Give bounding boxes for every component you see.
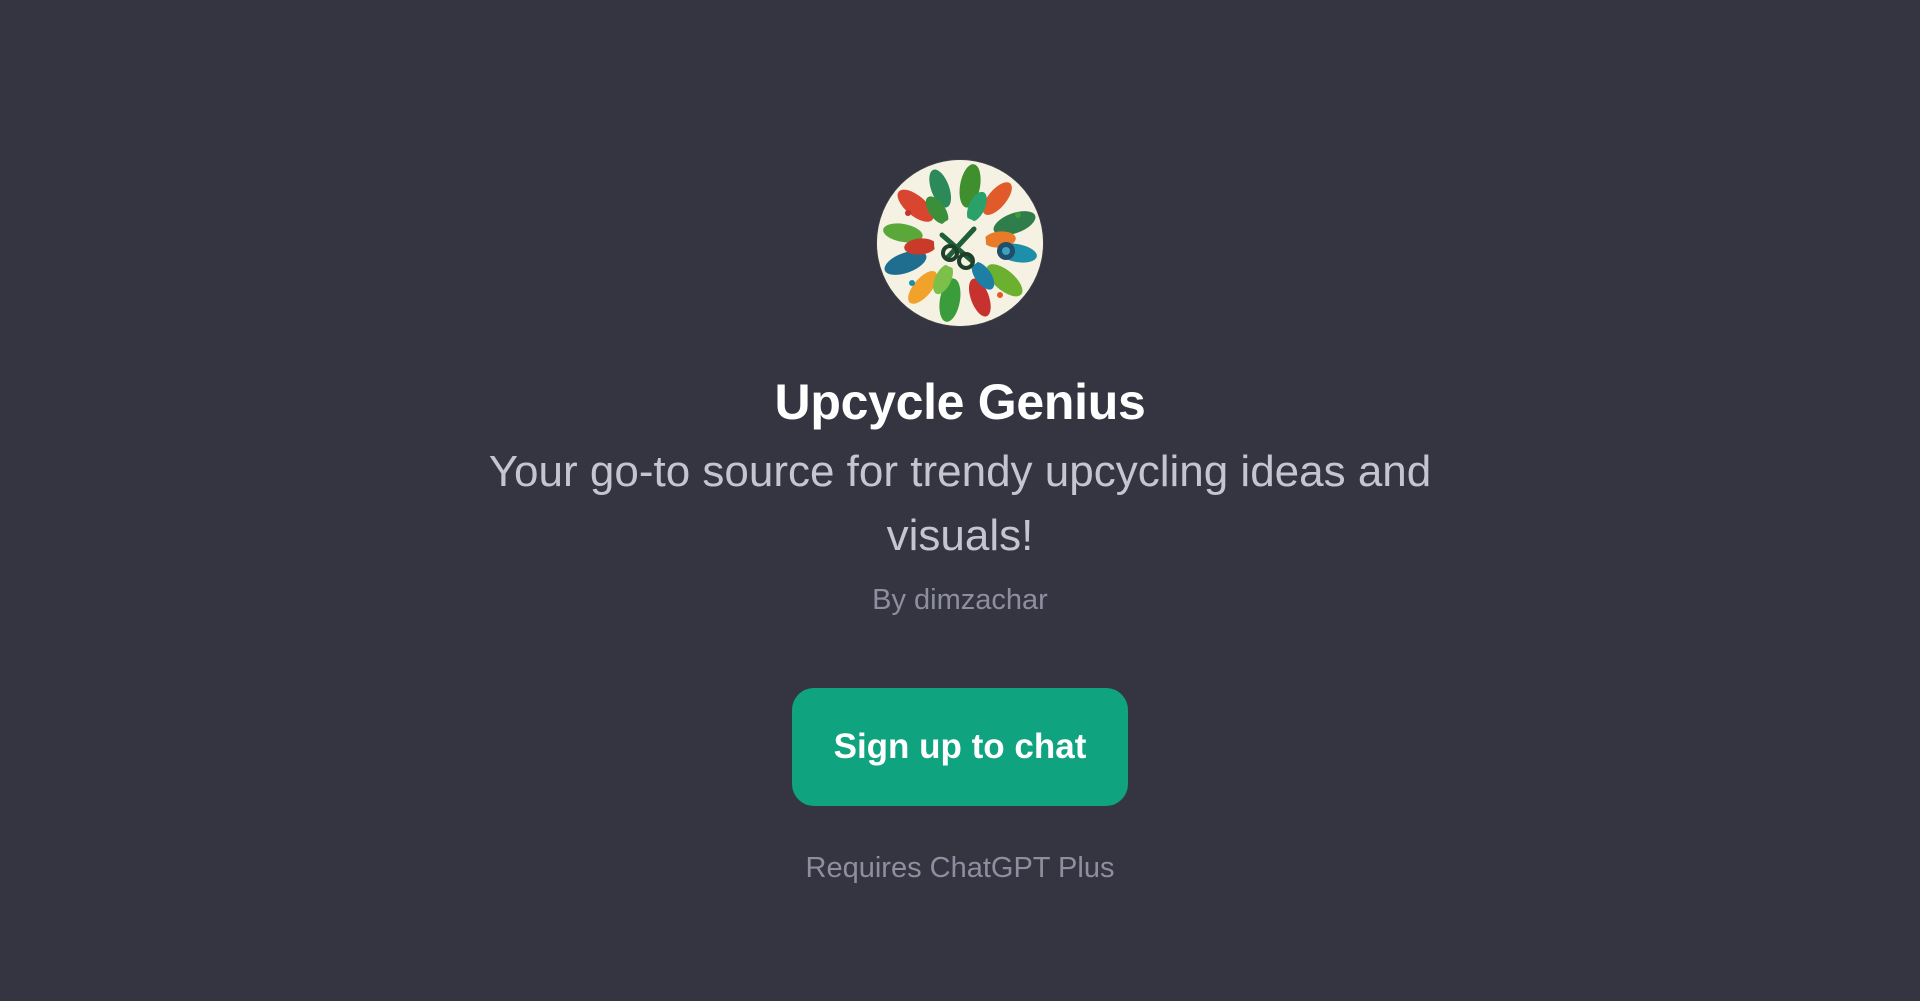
gpt-description: Your go-to source for trendy upcycling i… [488,447,1432,560]
gpt-landing-page: Upcycle Genius Your go-to source for tre… [0,0,1920,1001]
gpt-avatar [877,160,1043,326]
gpt-profile: Upcycle Genius Your go-to source for tre… [0,160,1920,888]
sign-up-button[interactable]: Sign up to chat [792,688,1128,806]
plan-requirement-note: Requires ChatGPT Plus [805,852,1115,884]
gpt-title: Upcycle Genius [774,374,1146,430]
upcycle-logo-icon [877,160,1043,326]
gpt-author: By dimzachar [872,584,1048,616]
